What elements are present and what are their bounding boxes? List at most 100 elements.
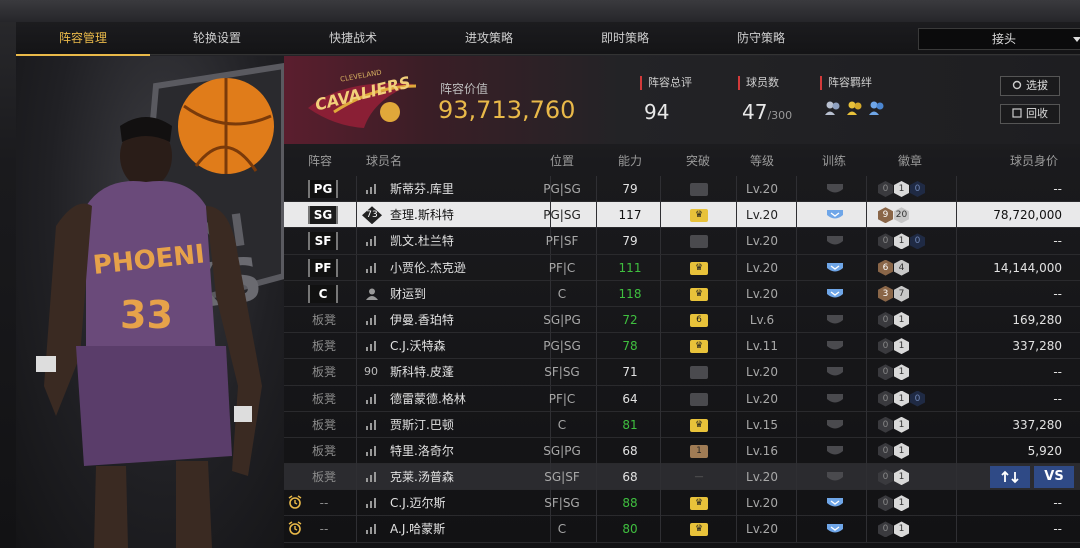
lineup-slot[interactable]: -- <box>308 516 340 542</box>
badge-group[interactable]: 01 <box>878 442 909 459</box>
bond-silver-icon[interactable] <box>824 100 842 116</box>
table-row[interactable]: -- A.J.哈蒙斯 C 80 ♛ Lv.20 0 1 -- <box>284 516 1080 543</box>
badge-group[interactable]: 01 <box>878 338 909 355</box>
lineup-slot[interactable]: SF <box>308 232 338 251</box>
table-row[interactable]: PF 小贾伦.杰克逊 PF|C 111 ♛ Lv.20 6 4 14,144,000 <box>284 254 1080 281</box>
tab-lineup[interactable]: 阵容管理 <box>16 22 150 56</box>
breakthrough-crown-icon[interactable]: — <box>690 471 708 484</box>
badge-group[interactable]: 010 <box>878 181 925 197</box>
breakthrough-crown-icon[interactable] <box>690 366 708 380</box>
badge-group[interactable]: 37 <box>878 285 909 302</box>
player-name[interactable]: C.J.沃特森 <box>390 333 446 359</box>
breakthrough-crown-icon[interactable]: ♛ <box>690 523 708 537</box>
player-name[interactable]: C.J.迈尔斯 <box>390 490 446 516</box>
breakthrough-crown-icon[interactable] <box>690 392 708 406</box>
breakthrough-crown-icon[interactable]: ♛ <box>690 209 708 223</box>
lineup-slot[interactable]: 板凳 <box>308 307 340 333</box>
table-row[interactable]: -- C.J.迈尔斯 SF|SG 88 ♛ Lv.20 0 1 -- <box>284 490 1080 517</box>
player-name[interactable]: 德雷蒙德.格林 <box>390 386 466 412</box>
table-row[interactable]: 板凳 特里.洛奇尔 SG|PG 68 1 Lv.16 0 1 5,920 <box>284 437 1080 465</box>
badge-group[interactable]: 01 <box>878 469 909 486</box>
player-portrait: ENI XS PHOENI 33 <box>16 56 284 548</box>
player-name[interactable]: 伊曼.香珀特 <box>390 307 454 333</box>
table-row[interactable]: 板凳 伊曼.香珀特 SG|PG 72 6 Lv.6 0 1 169,280 <box>284 306 1080 334</box>
badge-group[interactable]: 9 20 <box>878 207 909 224</box>
tab-offense[interactable]: 进攻策略 <box>422 22 556 55</box>
select-button[interactable]: 选拔 <box>1000 76 1060 96</box>
lineup-slot[interactable]: PF <box>308 258 338 277</box>
tab-instant[interactable]: 即时策略 <box>558 22 692 55</box>
tab-rotation[interactable]: 轮换设置 <box>150 22 284 55</box>
breakthrough-crown-icon[interactable]: ♛ <box>690 261 708 275</box>
compare-vs-button[interactable]: VS <box>1034 466 1074 489</box>
lineup-slot[interactable]: C <box>308 284 338 303</box>
player-ability: 80 <box>622 522 638 537</box>
badge-hex-icon: 1 <box>894 181 909 197</box>
badge-group[interactable]: 01 <box>878 521 909 538</box>
player-name[interactable]: 特里.洛奇尔 <box>390 438 454 464</box>
badge-group[interactable]: 010 <box>878 390 925 407</box>
breakthrough-crown-icon[interactable] <box>690 235 708 249</box>
column-divider <box>866 228 867 255</box>
player-name[interactable]: 查理.斯科特 <box>390 202 454 228</box>
player-name[interactable]: 贾斯汀.巴顿 <box>390 412 454 438</box>
column-divider <box>660 516 661 543</box>
bond-gold-icon[interactable] <box>846 100 864 116</box>
player-name[interactable]: 斯科特.皮蓬 <box>390 359 454 385</box>
table-row[interactable]: 板凳 C.J.沃特森 PG|SG 78 ♛ Lv.11 0 1 337,280 <box>284 333 1080 360</box>
badge-group[interactable]: 010 <box>878 233 925 250</box>
table-row[interactable]: 板凳 德雷蒙德.格林 PF|C 64 Lv.20 0 1 0 -- <box>284 385 1080 412</box>
breakthrough-crown-icon[interactable]: 1 <box>690 444 708 458</box>
lineup-slot[interactable]: SG <box>308 206 338 225</box>
breakthrough-crown-icon[interactable]: ♛ <box>690 497 708 511</box>
breakthrough-crown-icon[interactable]: ♛ <box>690 340 708 354</box>
player-name[interactable]: 小贾伦.杰克逊 <box>390 255 466 281</box>
lineup-slot[interactable]: 板凳 <box>308 386 340 412</box>
player-ability: 68 <box>622 470 638 485</box>
lineup-slot[interactable]: 板凳 <box>308 359 340 385</box>
player-name[interactable]: 斯蒂芬.库里 <box>390 176 454 202</box>
lineup-slot[interactable]: 板凳 <box>308 438 340 464</box>
lineup-slot[interactable]: 板凳 <box>308 333 340 359</box>
column-divider <box>596 464 597 491</box>
breakthrough-crown-icon[interactable]: ♛ <box>690 287 708 301</box>
recycle-button[interactable]: 回收 <box>1000 104 1060 124</box>
badge-group[interactable]: 01 <box>878 416 909 433</box>
swap-button[interactable] <box>990 466 1030 489</box>
lineup-slot[interactable]: -- <box>308 490 340 516</box>
bond-blue-icon[interactable] <box>868 100 886 116</box>
signal-bars-icon <box>366 236 376 247</box>
breakthrough-crown-icon[interactable] <box>690 183 708 196</box>
lineup-slot[interactable]: 板凳 <box>308 464 340 490</box>
badge-group[interactable]: 01 <box>878 495 909 512</box>
badge-hex-icon: 1 <box>894 416 909 433</box>
strategy-dropdown[interactable]: 接头 <box>918 28 1080 50</box>
breakthrough-crown-icon[interactable]: ♛ <box>690 418 708 432</box>
person-icon <box>366 288 378 300</box>
tab-quick-tactics[interactable]: 快捷战术 <box>286 22 420 55</box>
tab-defense[interactable]: 防守策略 <box>694 22 828 55</box>
player-name[interactable]: 克莱.汤普森 <box>390 464 454 490</box>
table-row[interactable]: 板凳 贾斯汀.巴顿 C 81 ♛ Lv.15 0 1 337,280 <box>284 411 1080 438</box>
table-row[interactable]: 板凳 克莱.汤普森 SG|SF 68 — Lv.20 0 1 VS <box>284 464 1080 491</box>
table-row[interactable]: SG 73 查理.斯科特 PG|SG 117 ♛ Lv.20 9 20 78,720,000 <box>284 202 1080 229</box>
table-row[interactable]: 板凳 90 斯科特.皮蓬 SF|SG 71 Lv.20 0 1 -- <box>284 359 1080 386</box>
badge-group[interactable]: 64 <box>878 259 909 276</box>
table-row[interactable]: C 财运到 C 118 ♛ Lv.20 3 7 -- <box>284 280 1080 307</box>
alarm-clock-icon <box>288 495 302 510</box>
player-name[interactable]: A.J.哈蒙斯 <box>390 516 445 542</box>
table-row[interactable]: PG 斯蒂芬.库里 PG|SG 79 Lv.20 0 1 0 -- <box>284 176 1080 203</box>
column-divider <box>356 280 357 307</box>
lineup-slot[interactable]: PG <box>308 180 338 198</box>
player-level: Lv.20 <box>746 182 778 196</box>
player-name[interactable]: 凯文.杜兰特 <box>390 228 454 254</box>
lineup-slot[interactable]: 板凳 <box>308 412 340 438</box>
badge-group[interactable]: 01 <box>878 364 909 381</box>
badge-group[interactable]: 01 <box>878 311 909 328</box>
player-name[interactable]: 财运到 <box>390 281 426 307</box>
table-row[interactable]: SF 凯文.杜兰特 PF|SF 79 Lv.20 0 1 0 -- <box>284 228 1080 255</box>
player-ability: 78 <box>622 339 638 354</box>
column-divider <box>356 359 357 386</box>
column-divider <box>596 254 597 281</box>
breakthrough-crown-icon[interactable]: 6 <box>690 313 708 327</box>
